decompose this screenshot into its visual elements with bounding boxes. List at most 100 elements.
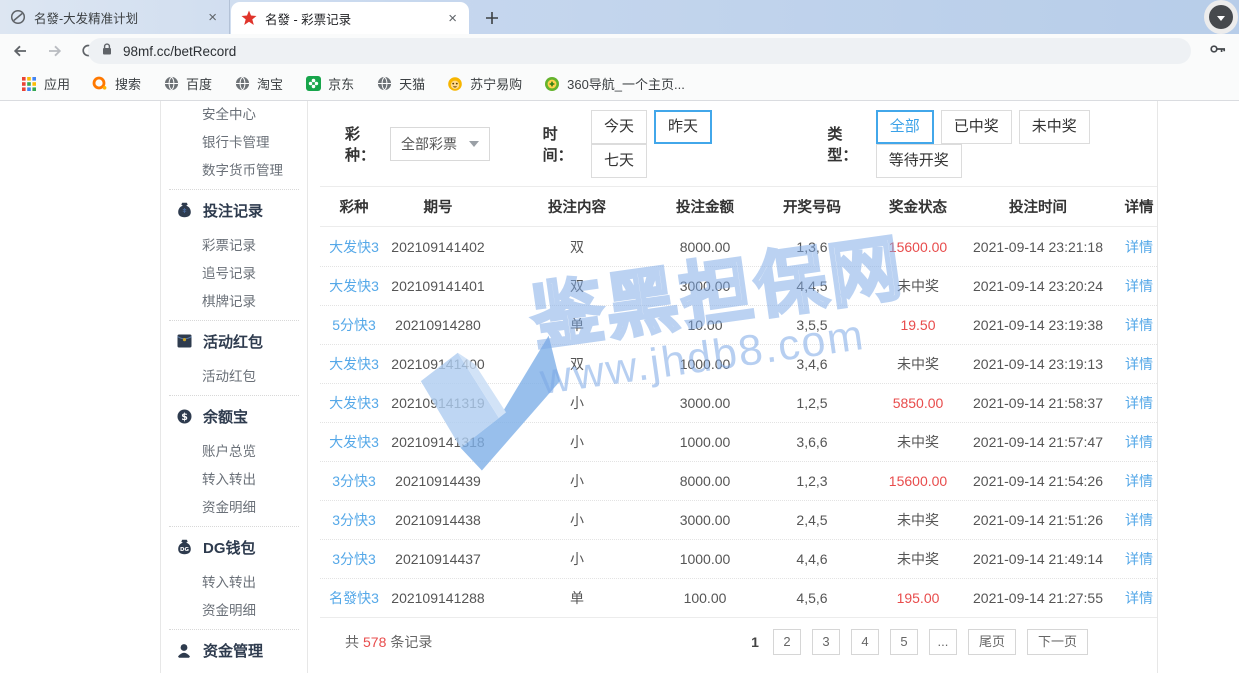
detail-link[interactable]: 详情: [1120, 276, 1158, 296]
sidebar-item[interactable]: 安全中心: [161, 101, 307, 129]
lottery-select[interactable]: 全部彩票: [390, 127, 489, 161]
address-bar[interactable]: 98mf.cc/betRecord: [88, 38, 1191, 64]
page-button[interactable]: 3: [812, 629, 840, 655]
bookmark-item[interactable]: 苏宁易购: [436, 74, 533, 93]
lottery-link[interactable]: 大发快3: [320, 432, 388, 452]
sidebar-item[interactable]: 银行卡管理: [161, 129, 307, 157]
sidebar-item[interactable]: 活动红包: [161, 324, 307, 358]
prize-status-cell: 未中奖: [880, 354, 956, 374]
type-filter-label: 类型：: [827, 123, 868, 165]
back-icon[interactable]: [6, 37, 34, 65]
lottery-link[interactable]: 3分快3: [320, 510, 388, 530]
type-filter-button[interactable]: 全部: [876, 110, 934, 144]
lottery-link[interactable]: 3分快3: [320, 549, 388, 569]
tab-close-icon[interactable]: ×: [206, 10, 219, 25]
detail-link[interactable]: 详情: [1120, 471, 1158, 491]
sidebar-item[interactable]: 活动红包: [161, 363, 307, 391]
time-filter-button[interactable]: 七天: [591, 144, 647, 178]
tab-inactive[interactable]: 名發-大发精准计划 ×: [0, 0, 230, 34]
type-filter-button[interactable]: 未中奖: [1019, 110, 1090, 144]
suning-lion-icon: [447, 76, 463, 92]
sidebar-item[interactable]: $余额宝: [161, 399, 307, 433]
lottery-link[interactable]: 大发快3: [320, 276, 388, 296]
bookmark-item[interactable]: 搜索: [81, 74, 152, 93]
filter-bar: 彩种： 全部彩票 时间： 今天昨天七天 类型： 全部已中奖未中奖等待开奖: [320, 101, 1157, 187]
lottery-link[interactable]: 大发快3: [320, 237, 388, 257]
sidebar-item[interactable]: 资金明细: [161, 494, 307, 522]
forward-icon[interactable]: [40, 37, 68, 65]
bookmark-item[interactable]: 360导航_一个主页...: [533, 74, 696, 93]
tab-close-icon[interactable]: ×: [446, 11, 459, 26]
new-tab-button[interactable]: [481, 7, 503, 29]
bookmark-item[interactable]: 百度: [152, 74, 223, 93]
time-filter-button[interactable]: 昨天: [654, 110, 712, 144]
sidebar-item[interactable]: 账户总览: [161, 438, 307, 466]
page-button[interactable]: ...: [929, 629, 957, 655]
prize-status-cell: 19.50: [880, 317, 956, 333]
page-button[interactable]: 4: [851, 629, 879, 655]
period-cell: 202109141400: [388, 356, 488, 372]
sidebar-item[interactable]: 转入转出: [161, 466, 307, 494]
detail-link[interactable]: 详情: [1120, 315, 1158, 335]
detail-link[interactable]: 详情: [1120, 588, 1158, 608]
last-page-button[interactable]: 尾页: [968, 629, 1016, 655]
bet-content-cell: 小: [488, 471, 666, 491]
bookmark-item[interactable]: 应用: [10, 74, 81, 93]
svg-text:DG: DG: [180, 547, 189, 553]
detail-link[interactable]: 详情: [1120, 549, 1158, 569]
bet-time-cell: 2021-09-14 23:20:24: [956, 278, 1120, 294]
sidebar-item[interactable]: 彩票记录: [161, 232, 307, 260]
lottery-link[interactable]: 名發快3: [320, 588, 388, 608]
sidebar-item[interactable]: 资金管理: [161, 633, 307, 667]
period-cell: 20210914438: [388, 512, 488, 528]
draw-numbers-cell: 1,2,5: [744, 395, 880, 411]
page-button[interactable]: 5: [890, 629, 918, 655]
tab-active[interactable]: 名發 - 彩票记录 ×: [231, 2, 469, 34]
key-icon[interactable]: [1209, 41, 1227, 62]
lottery-link[interactable]: 5分快3: [320, 315, 388, 335]
sidebar-item[interactable]: 追号记录: [161, 260, 307, 288]
sidebar-item[interactable]: 转入转出: [161, 569, 307, 597]
url-text: 98mf.cc/betRecord: [123, 44, 236, 59]
bet-amount-cell: 3000.00: [666, 512, 744, 528]
detail-link[interactable]: 详情: [1120, 393, 1158, 413]
sidebar-item-label: 账户总览: [202, 444, 256, 459]
sidebar-item[interactable]: 资金明细: [161, 597, 307, 625]
detail-link[interactable]: 详情: [1120, 432, 1158, 452]
time-filter-button[interactable]: 今天: [591, 110, 647, 144]
bookmark-item[interactable]: 淘宝: [223, 74, 294, 93]
type-filter-button[interactable]: 等待开奖: [876, 144, 962, 178]
bookmark-item[interactable]: 京东: [294, 74, 365, 93]
bookmark-item[interactable]: 天猫: [365, 74, 436, 93]
sidebar-item[interactable]: DGDG钱包: [161, 530, 307, 564]
bet-content-cell: 小: [488, 393, 666, 413]
table-row: 大发快3202109141319小3000.001,2,55850.002021…: [320, 383, 1157, 422]
lottery-link[interactable]: 3分快3: [320, 471, 388, 491]
page-button[interactable]: 2: [773, 629, 801, 655]
sidebar-item-label: 转入转出: [202, 472, 256, 487]
period-cell: 202109141318: [388, 434, 488, 450]
detail-link[interactable]: 详情: [1120, 354, 1158, 374]
sidebar-item[interactable]: 数字货币管理: [161, 157, 307, 185]
bet-amount-cell: 1000.00: [666, 356, 744, 372]
globe-icon: [163, 76, 179, 92]
prize-status-cell: 未中奖: [880, 276, 956, 296]
detail-link[interactable]: 详情: [1120, 510, 1158, 530]
prize-status-cell: 未中奖: [880, 549, 956, 569]
bet-content-cell: 小: [488, 549, 666, 569]
bet-content-cell: 双: [488, 354, 666, 374]
lottery-link[interactable]: 大发快3: [320, 393, 388, 413]
sidebar-item-label: 投注记录: [203, 200, 263, 221]
sidebar-item[interactable]: 投注记录: [161, 193, 307, 227]
record-count-number: 578: [359, 634, 390, 650]
sidebar-divider: [169, 395, 299, 396]
prize-status-cell: 15600.00: [880, 473, 956, 489]
tab-menu-button[interactable]: [1204, 0, 1238, 34]
next-page-button[interactable]: 下一页: [1027, 629, 1088, 655]
sidebar-divider: [169, 320, 299, 321]
sidebar-item[interactable]: 棋牌记录: [161, 288, 307, 316]
type-filter-button[interactable]: 已中奖: [941, 110, 1012, 144]
tab-title: 名發 - 彩票记录: [265, 9, 438, 28]
lottery-link[interactable]: 大发快3: [320, 354, 388, 374]
detail-link[interactable]: 详情: [1120, 237, 1158, 257]
